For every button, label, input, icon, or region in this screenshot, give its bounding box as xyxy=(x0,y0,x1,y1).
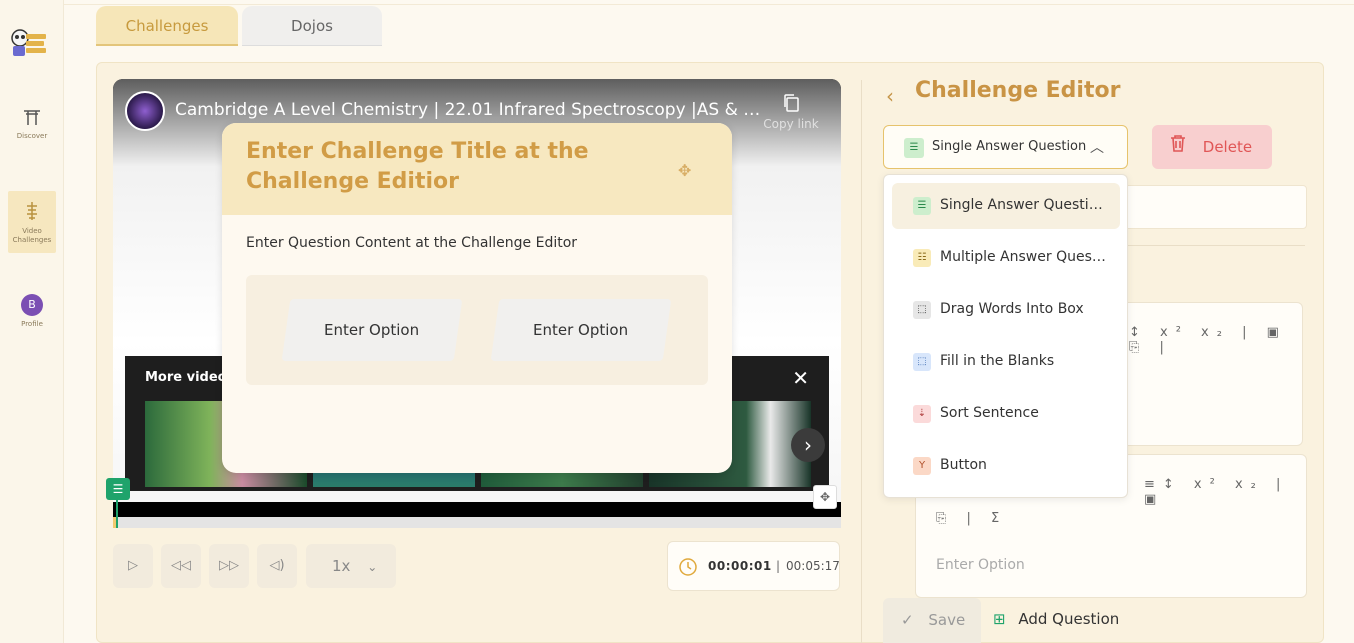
channel-avatar[interactable] xyxy=(125,91,165,131)
torii-gate-icon xyxy=(23,110,41,128)
options-area: Enter Option Enter Option xyxy=(246,275,708,385)
challenge-marker-line xyxy=(116,500,118,528)
option-label: Enter Option xyxy=(324,321,420,339)
sidebar: Discover Video Challenges B Profile xyxy=(0,0,64,643)
challenge-card: Enter Challenge Title at the Challenge E… xyxy=(222,123,732,473)
single-answer-icon: ☰ xyxy=(904,138,924,158)
tab-dojos[interactable]: Dojos xyxy=(242,6,382,46)
avatar: B xyxy=(21,294,43,316)
copy-icon xyxy=(759,93,823,113)
fast-forward-icon: ▷▷ xyxy=(219,558,239,573)
chevron-right-icon[interactable]: › xyxy=(791,428,825,462)
current-time: 00:00:01 xyxy=(708,559,772,573)
editor-toolbar: ↕ x² x₂ | ▣ ⎘ | xyxy=(1129,325,1287,355)
save-button[interactable]: ✓ Save xyxy=(883,598,981,643)
editor-toolbar-row2: ⎘ | Σ xyxy=(936,511,1008,526)
editor-toolbar: ≡↕ x² x₂ | ▣ xyxy=(1144,477,1289,507)
button-branch-icon: Y xyxy=(913,457,931,475)
dropdown-item-multiple-answer[interactable]: ☷ Multiple Answer Question xyxy=(892,235,1120,281)
play-button[interactable]: ▷ xyxy=(113,544,153,588)
add-question-label: Add Question xyxy=(1018,610,1120,628)
sidebar-item-profile[interactable]: B Profile xyxy=(8,294,56,334)
clock-icon xyxy=(678,557,698,580)
dropdown-item-button[interactable]: Y Button xyxy=(892,443,1120,489)
dropdown-item-single-answer[interactable]: ☰ Single Answer Question xyxy=(892,183,1120,229)
rewind-icon: ◁◁ xyxy=(171,558,191,573)
challenge-title: Enter Challenge Title at the Challenge E… xyxy=(246,139,589,194)
drag-words-icon: ⬚ xyxy=(913,301,931,319)
sidebar-item-video-challenges[interactable]: Video Challenges xyxy=(8,191,56,253)
editor-title: Challenge Editor xyxy=(915,78,1121,103)
check-icon: ✓ xyxy=(901,611,914,629)
dropdown-item-label: Drag Words Into Box xyxy=(940,301,1084,317)
speed-select[interactable]: 1x ⌄ xyxy=(306,544,396,588)
panel-divider xyxy=(861,80,862,643)
sidebar-item-label: Discover xyxy=(16,132,48,140)
section-divider xyxy=(1128,245,1305,246)
duration: 00:05:17 xyxy=(786,559,840,573)
sidebar-item-label: Profile xyxy=(21,320,43,328)
dropdown-item-label: Sort Sentence xyxy=(940,405,1039,421)
add-file-icon: ⊞ xyxy=(993,610,1006,628)
option-button[interactable]: Enter Option xyxy=(490,299,672,361)
dropdown-item-label: Button xyxy=(940,457,987,473)
trash-icon xyxy=(1170,125,1186,169)
progress-track[interactable] xyxy=(113,517,841,528)
forward-button[interactable]: ▷▷ xyxy=(209,544,249,588)
sidebar-item-label: Video Challenges xyxy=(12,227,52,244)
more-videos-title: More videos xyxy=(145,370,235,385)
video-title[interactable]: Cambridge A Level Chemistry | 22.01 Infr… xyxy=(175,100,765,120)
save-label: Save xyxy=(928,611,966,629)
add-question-button[interactable]: ⊞ Add Question xyxy=(993,610,1119,628)
challenge-question: Enter Question Content at the Challenge … xyxy=(246,235,578,251)
chevron-up-icon: ︿ xyxy=(1090,140,1104,156)
single-answer-icon: ☰ xyxy=(913,197,931,215)
volume-button[interactable]: ◁) xyxy=(257,544,297,588)
dropdown-item-drag-words[interactable]: ⬚ Drag Words Into Box xyxy=(892,287,1120,333)
copy-link-label: Copy link xyxy=(763,117,819,131)
dropdown-item-label: Single Answer Question xyxy=(940,197,1106,213)
rewind-button[interactable]: ◁◁ xyxy=(161,544,201,588)
challenge-marker-icon[interactable]: ☰ xyxy=(106,478,130,500)
question-type-dropdown: ☰ Single Answer Question ☷ Multiple Answ… xyxy=(883,174,1128,498)
app-logo[interactable] xyxy=(8,26,48,60)
fill-blanks-icon: ⬚ xyxy=(913,353,931,371)
speed-value: 1x xyxy=(332,557,351,575)
move-icon[interactable]: ✥ xyxy=(813,485,837,509)
close-icon[interactable]: ✕ xyxy=(792,366,809,390)
question-editor[interactable]: ↕ x² x₂ | ▣ ⎘ | xyxy=(1110,302,1303,446)
option-label: Enter Option xyxy=(533,321,629,339)
dropdown-item-sort-sentence[interactable]: ⇣ Sort Sentence xyxy=(892,391,1120,437)
title-input[interactable] xyxy=(1110,185,1307,229)
time-separator: | xyxy=(776,559,781,573)
top-divider xyxy=(64,4,1354,5)
drag-handle-icon[interactable]: ✥ xyxy=(678,161,691,180)
option-button[interactable]: Enter Option xyxy=(281,299,463,361)
play-icon: ▷ xyxy=(128,558,138,573)
multiple-answer-icon: ☷ xyxy=(913,249,931,267)
sidebar-item-discover[interactable]: Discover xyxy=(8,108,56,148)
challenge-card-header: Enter Challenge Title at the Challenge E… xyxy=(222,123,732,215)
dropdown-item-fill-blanks[interactable]: ⬚ Fill in the Blanks xyxy=(892,339,1120,385)
chevron-down-icon: ⌄ xyxy=(367,560,378,574)
dropdown-item-label: Multiple Answer Question xyxy=(940,249,1106,265)
dropdown-item-label: Fill in the Blanks xyxy=(940,353,1055,369)
volume-icon: ◁) xyxy=(269,558,285,573)
chevron-left-icon[interactable]: ‹ xyxy=(886,84,894,108)
time-display: 00:00:01 | 00:05:17 xyxy=(667,541,840,591)
video-control-bar xyxy=(113,502,841,517)
question-type-select[interactable]: ☰ Single Answer Question ︿ xyxy=(883,125,1128,169)
selected-type-label: Single Answer Question xyxy=(932,139,1087,154)
delete-label: Delete xyxy=(1202,138,1253,156)
option-placeholder: Enter Option xyxy=(936,557,1025,573)
copy-link-button[interactable]: Copy link xyxy=(759,93,823,131)
tab-challenges[interactable]: Challenges xyxy=(96,6,238,46)
sort-sentence-icon: ⇣ xyxy=(913,405,931,423)
delete-button[interactable]: Delete xyxy=(1152,125,1272,169)
tower-icon xyxy=(24,202,40,223)
